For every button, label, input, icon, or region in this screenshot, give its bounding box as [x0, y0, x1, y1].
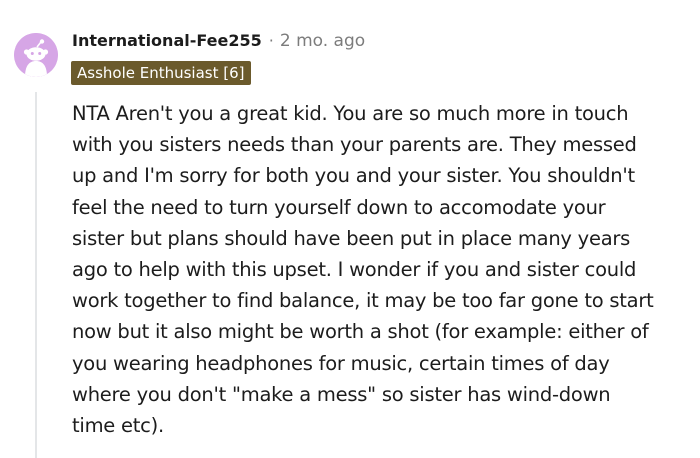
comment-body-line: you wearing headphones for music, certai… — [72, 351, 610, 375]
comment-meta: International-Fee255 · 2 mo. ago — [72, 30, 365, 52]
comment-body: NTA Aren't you a great kid. You are so m… — [72, 98, 697, 441]
snoo-avatar-icon — [14, 33, 58, 77]
comment-body-line: NTA Aren't you a great kid. You are so m… — [72, 102, 629, 125]
comment-body-line: time etc). — [72, 414, 164, 438]
comment-body-line: ago to help with this upset. I wonder if… — [72, 258, 637, 282]
thread-line[interactable] — [35, 92, 37, 458]
comment-body-line: feel the need to turn yourself down to a… — [72, 195, 606, 219]
comment: International-Fee255 · 2 mo. ago Asshole… — [0, 0, 700, 458]
timestamp[interactable]: 2 mo. ago — [280, 30, 365, 52]
comment-body-line: sister but plans should have been put in… — [72, 226, 631, 250]
avatar[interactable] — [14, 33, 58, 77]
comment-body-line: now but it also might be worth a shot (f… — [72, 320, 649, 344]
comment-body-line: with you sisters needs than your parents… — [72, 133, 637, 157]
comment-body-line: where you don't "make a mess" so sister … — [72, 382, 611, 406]
comment-body-line: up and I'm sorry for both you and your s… — [72, 164, 635, 188]
meta-separator: · — [268, 31, 274, 50]
comment-body-line: work together to find balance, it may be… — [72, 289, 654, 313]
user-flair: Asshole Enthusiast [6] — [71, 61, 251, 85]
username-link[interactable]: International-Fee255 — [72, 30, 262, 52]
